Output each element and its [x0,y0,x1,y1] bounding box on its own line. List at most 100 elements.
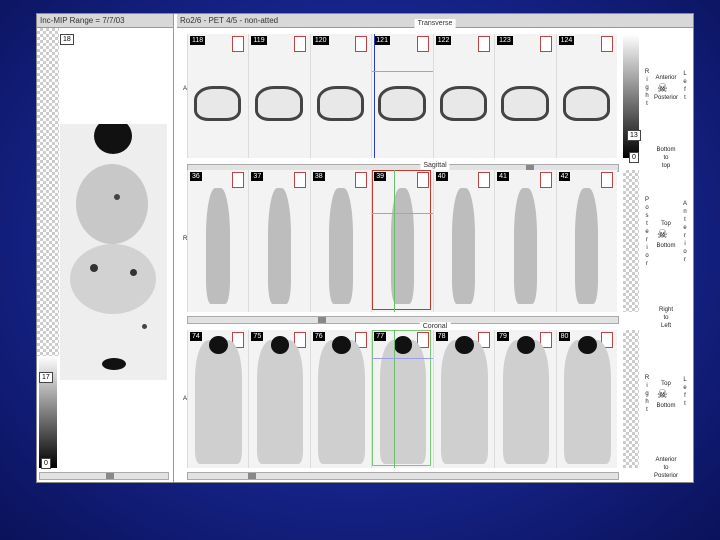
sagittal-scroll-thumb[interactable] [318,317,326,323]
orientation-letter: t [684,217,686,223]
sagittal-crosshair-horizontal [372,212,433,214]
mip-spot [90,264,98,272]
sagittal-frames: 36 37 38 39 40 41 42 [187,170,617,312]
thumbnail-icon [478,36,491,52]
sagittal-selected-frame [372,170,431,310]
coronal-orient-icon: ☠ [657,387,668,401]
orientation-letter: e [683,225,687,231]
orientation-letter: r [684,233,686,239]
coronal-slice-image [441,336,488,464]
orientation-letter: h [645,93,649,99]
thumbnail-icon [355,36,368,52]
transverse-slice-image [439,86,488,121]
orientation-letter: i [646,245,648,251]
sagittal-below-3: Left [660,323,671,329]
sagittal-below-1: Right [658,307,673,313]
coronal-scale-area [623,330,639,468]
mip-image[interactable] [60,124,167,380]
coronal-scroll-thumb[interactable] [248,473,256,479]
thumbnail-icon [293,172,306,188]
coronal-head-blob [332,336,351,354]
transverse-frame[interactable]: 123 [494,34,556,158]
sagittal-slice-image [452,188,476,304]
transverse-frame[interactable]: 122 [432,34,495,158]
orientation-letter: s [645,213,649,219]
sagittal-row: Sagittal R 36 37 38 39 40 41 42 [177,161,693,326]
orientation-letter: i [646,383,648,389]
sagittal-crosshair-vertical [393,170,395,312]
sagittal-frame[interactable]: 40 [432,170,495,312]
coronal-bottom-text: Bottom [656,403,676,409]
viewer-window: Inc-MIP Range = 7/7/03 17 0 18 Ro2/6 - P… [36,13,694,483]
sagittal-scrollbar[interactable] [187,316,619,324]
coronal-frame-number: 75 [251,332,264,341]
orientation-letter: i [684,241,686,247]
mip-blob-bladder [102,358,126,370]
sagittal-frame-number: 37 [251,172,264,181]
sagittal-frame[interactable]: 36 [187,170,249,312]
coronal-frame[interactable]: 79 [494,330,556,468]
coronal-scrollbar[interactable] [187,472,619,480]
transverse-frame[interactable]: 121 [371,34,433,158]
coronal-frame[interactable]: 80 [555,330,617,468]
sagittal-frame-number: 42 [558,172,571,181]
mip-frame-number: 18 [60,34,74,45]
coronal-frame-number: 76 [312,332,325,341]
orientation-letter: t [646,101,648,107]
thumbnail-icon [539,36,552,52]
coronal-frame[interactable]: 74 [187,330,249,468]
transverse-selected-frame [372,34,430,156]
mip-scale-bottom: 0 [41,458,51,469]
sagittal-frame[interactable]: 42 [555,170,617,312]
orientation-letter: t [646,407,648,413]
coronal-frames: 74 75 76 77 78 79 80 [187,330,617,468]
sagittal-frame[interactable]: 38 [309,170,372,312]
transverse-orient-icon: ☠ [657,81,668,95]
coronal-slice-image [195,336,243,464]
transverse-slice-image [501,86,549,121]
coronal-frame-number: 78 [435,332,448,341]
coronal-head-blob [577,336,597,354]
sagittal-frame[interactable]: 41 [494,170,556,312]
coronal-head-blob [270,336,290,354]
mip-scrollbar[interactable] [39,472,169,480]
orientation-letter: e [683,385,687,391]
thumbnail-icon [355,172,368,188]
sagittal-frame-number: 36 [190,172,202,181]
coronal-frame[interactable]: 75 [248,330,310,468]
transverse-frame[interactable]: 124 [555,34,617,158]
sagittal-slice-image [329,188,353,304]
mip-pane: Inc-MIP Range = 7/7/03 17 0 18 [37,14,174,482]
orientation-letter: e [645,229,649,235]
slice-viewer-pane: Ro2/6 - PET 4/5 - non-atted Transverse A… [177,14,693,482]
coronal-frame[interactable]: 77 [371,330,433,468]
transverse-frame[interactable]: 120 [309,34,372,158]
coronal-slice-image [502,336,550,464]
coronal-frame[interactable]: 78 [432,330,495,468]
orientation-letter: h [645,399,649,405]
transverse-below-3: top [661,163,671,169]
coronal-head-blob [516,336,536,354]
coronal-frame[interactable]: 76 [309,330,372,468]
thumbnail-icon [232,172,245,188]
orientation-letter: L [683,377,687,383]
mip-spot [114,194,120,200]
coronal-below-3: Posterior [653,473,678,479]
orientation-panel: Right Left Anterior ☠ Posterior Bottom t… [643,28,693,482]
transverse-slice-image [316,86,365,121]
orientation-letter: f [684,87,686,93]
sagittal-frame[interactable]: 39 [371,170,433,312]
sagittal-frame[interactable]: 37 [248,170,310,312]
thumbnail-icon [478,172,491,188]
coronal-head-blob [455,336,474,354]
sagittal-orient-icon: ☠ [657,227,668,241]
transverse-frame[interactable]: 119 [248,34,310,158]
mip-scroll-thumb[interactable] [106,473,114,479]
orientation-letter: R [644,375,650,381]
sagittal-frame-number: 41 [497,172,509,181]
orientation-letter: A [682,201,687,207]
transverse-frame[interactable]: 118 [187,34,249,158]
orientation-letter: t [684,401,686,407]
thumbnail-icon [293,36,306,52]
coronal-slice-image [318,336,365,464]
